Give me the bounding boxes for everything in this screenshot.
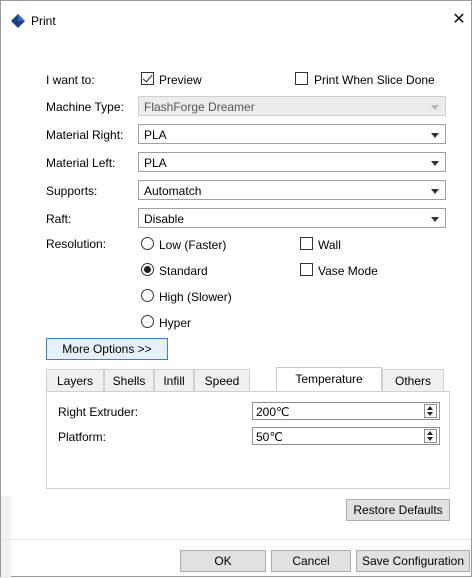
material-left-label: Material Left: (46, 156, 116, 170)
resolution-high-label: High (Slower) (159, 290, 232, 304)
chevron-down-icon (431, 105, 439, 110)
tab-speed[interactable]: Speed (194, 369, 250, 391)
window-title: Print (31, 14, 56, 28)
material-right-select[interactable]: PLA (138, 124, 446, 144)
spin-down-icon[interactable] (427, 412, 433, 416)
right-extruder-label: Right Extruder: (58, 405, 139, 419)
print-when-slice-done-checkbox[interactable] (295, 72, 308, 85)
spin-up-icon[interactable] (427, 406, 433, 410)
material-left-select[interactable]: PLA (138, 152, 446, 172)
more-options-button[interactable]: More Options >> (46, 338, 168, 360)
spin-arrows-icon[interactable] (424, 404, 437, 418)
resolution-low-radio[interactable] (141, 237, 154, 250)
resolution-standard-radio[interactable] (141, 263, 154, 276)
platform-spinbox[interactable]: 50℃ (252, 427, 440, 445)
supports-value: Automatch (144, 184, 202, 198)
resolution-high-radio[interactable] (141, 289, 154, 302)
right-extruder-value: 200℃ (256, 405, 290, 419)
chevron-down-icon (431, 133, 439, 138)
platform-label: Platform: (58, 430, 107, 444)
machine-type-label: Machine Type: (46, 100, 124, 114)
tab-layers[interactable]: Layers (46, 369, 104, 391)
material-left-value: PLA (144, 156, 167, 170)
raft-label: Raft: (46, 212, 72, 226)
flashforge-diamond-icon (11, 14, 25, 28)
supports-select[interactable]: Automatch (138, 180, 446, 200)
material-right-label: Material Right: (46, 128, 124, 142)
print-dialog: Print ✕ I want to: Preview Print When Sl… (0, 0, 472, 578)
close-button[interactable]: ✕ (447, 7, 471, 31)
tab-temperature[interactable]: Temperature (276, 367, 382, 392)
resolution-standard-label: Standard (159, 264, 208, 278)
supports-label: Supports: (46, 184, 98, 198)
save-configuration-button[interactable]: Save Configuration (356, 550, 470, 572)
raft-value: Disable (144, 212, 185, 226)
resolution-hyper-label: Hyper (159, 316, 192, 330)
spin-down-icon[interactable] (427, 437, 433, 441)
raft-select[interactable]: Disable (138, 208, 446, 228)
vase-mode-checkbox[interactable] (300, 263, 313, 276)
spin-arrows-icon[interactable] (424, 429, 437, 443)
resolution-hyper-radio[interactable] (141, 315, 154, 328)
machine-type-select[interactable]: FlashForge Dreamer (138, 96, 446, 116)
tab-others[interactable]: Others (382, 369, 444, 391)
tab-shells[interactable]: Shells (104, 369, 154, 391)
chevron-down-icon (431, 189, 439, 194)
window-edge (1, 496, 11, 578)
ok-button[interactable]: OK (180, 550, 266, 572)
i-want-to-label: I want to: (46, 73, 95, 87)
material-right-value: PLA (144, 128, 167, 142)
tab-infill[interactable]: Infill (154, 369, 194, 391)
restore-defaults-button[interactable]: Restore Defaults (346, 499, 450, 521)
preview-checkbox[interactable] (141, 72, 154, 85)
resolution-label: Resolution: (46, 237, 107, 251)
wall-label: Wall (318, 238, 341, 252)
temperature-panel: Right Extruder: 200℃ Platform: 50℃ (46, 391, 450, 489)
spin-up-icon[interactable] (427, 431, 433, 435)
cancel-button[interactable]: Cancel (271, 550, 351, 572)
chevron-down-icon (431, 161, 439, 166)
print-when-slice-done-label: Print When Slice Done (314, 73, 435, 87)
footer-divider (1, 539, 471, 540)
platform-value: 50℃ (256, 430, 283, 444)
machine-type-value: FlashForge Dreamer (144, 100, 255, 114)
vase-mode-label: Vase Mode (318, 264, 378, 278)
preview-label: Preview (159, 73, 202, 87)
wall-checkbox[interactable] (300, 237, 313, 250)
right-extruder-spinbox[interactable]: 200℃ (252, 402, 440, 420)
title-bar: Print ✕ (1, 1, 471, 39)
resolution-low-label: Low (Faster) (159, 238, 227, 252)
chevron-down-icon (431, 217, 439, 222)
